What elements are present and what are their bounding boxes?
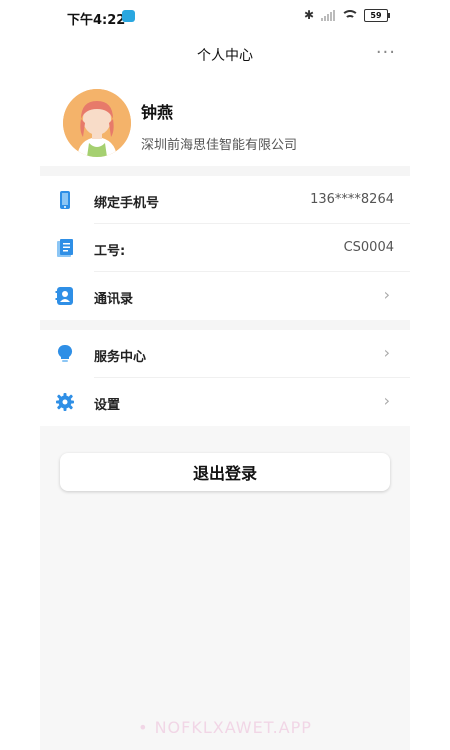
- status-time: 下午4:22: [67, 13, 126, 28]
- page-header: 个人中心 ···: [40, 34, 410, 74]
- logout-button[interactable]: 退出登录: [60, 453, 390, 491]
- row-settings[interactable]: 设置 ›: [40, 378, 410, 426]
- row-employee-id: 工号: CS0004: [40, 224, 410, 272]
- battery-icon: 59: [364, 8, 390, 22]
- status-icons: ✱ 59: [303, 8, 390, 22]
- signal-icon: [321, 9, 335, 21]
- gear-icon: [55, 392, 75, 412]
- id-card-icon: [55, 238, 75, 258]
- watermark-text: • NOFKLXAWET.APP: [138, 718, 312, 737]
- service-center-label: 服务中心: [94, 350, 147, 365]
- settings-label: 设置: [94, 398, 121, 413]
- chevron-right-icon: ›: [383, 285, 390, 304]
- bluetooth-icon: ✱: [303, 8, 314, 22]
- app-screen: 下午4:22 ✱ 59 个人中心 ··· 钟燕 深圳前海思佳智能有限公司 绑定手…: [40, 0, 410, 750]
- phone-icon: [55, 190, 75, 210]
- wifi-icon: [342, 10, 357, 21]
- section-divider: [40, 166, 410, 176]
- app-notification-icon: [122, 10, 135, 22]
- contacts-label: 通讯录: [94, 292, 134, 307]
- more-options-icon[interactable]: ···: [376, 42, 396, 63]
- status-bar: 下午4:22 ✱ 59: [40, 0, 410, 34]
- profile-card[interactable]: 钟燕 深圳前海思佳智能有限公司: [40, 74, 410, 166]
- page-title: 个人中心: [197, 48, 253, 64]
- company-name: 深圳前海思佳智能有限公司: [141, 138, 298, 153]
- row-service-center[interactable]: 服务中心 ›: [40, 330, 410, 378]
- contacts-icon: [55, 286, 75, 306]
- row-bind-phone[interactable]: 绑定手机号 136****8264: [40, 176, 410, 224]
- avatar[interactable]: [63, 89, 131, 157]
- chevron-right-icon: ›: [383, 391, 390, 410]
- phone-number: 136****8264: [310, 192, 394, 207]
- bind-phone-label: 绑定手机号: [94, 196, 160, 211]
- employee-id-value: CS0004: [343, 240, 394, 255]
- section-divider: [40, 320, 410, 330]
- battery-level: 59: [370, 10, 382, 20]
- employee-id-label: 工号:: [94, 244, 126, 259]
- chevron-right-icon: ›: [383, 343, 390, 362]
- lightbulb-icon: [55, 344, 75, 364]
- row-contacts[interactable]: 通讯录 ›: [40, 272, 410, 320]
- user-name: 钟燕: [141, 103, 174, 122]
